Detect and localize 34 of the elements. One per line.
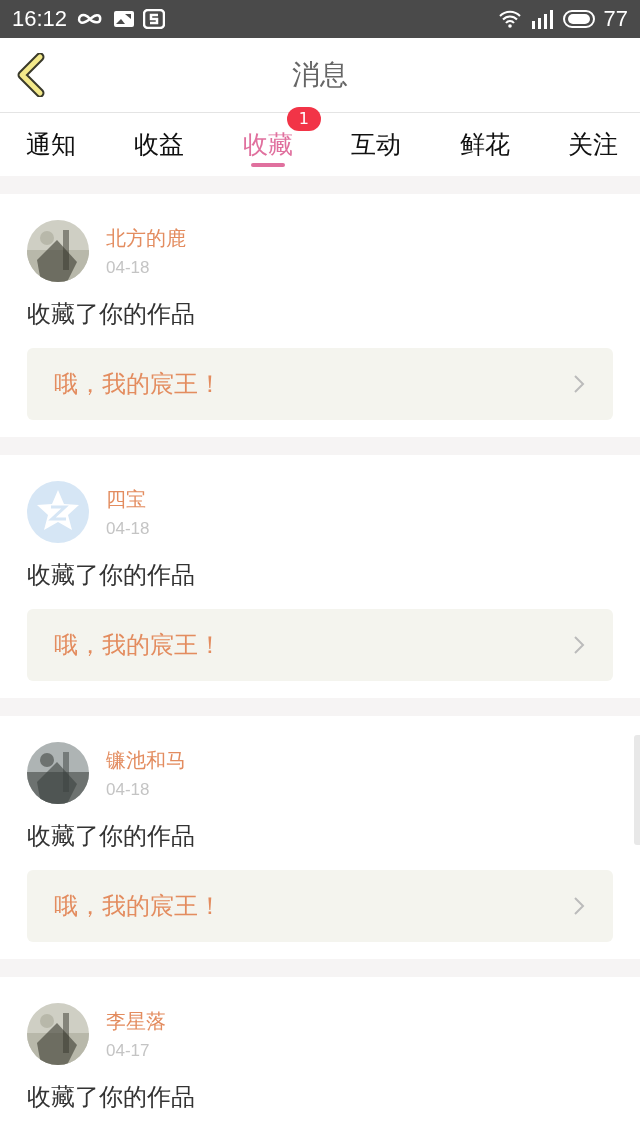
chevron-right-icon [573,896,585,916]
work-link[interactable]: 哦，我的宸王！ [27,348,613,420]
chevron-right-icon [573,635,585,655]
user-name[interactable]: 北方的鹿 [106,224,186,252]
wifi-icon [497,10,522,28]
tab[interactable]: 关注 [555,113,630,176]
back-button[interactable] [16,53,46,97]
tab[interactable]: 收益 [122,113,197,176]
date: 04-18 [106,518,150,539]
tab[interactable]: 通知 [14,113,88,176]
user-name[interactable]: 李星落 [106,1007,166,1035]
user-name[interactable]: 四宝 [106,485,150,513]
chevron-right-icon [573,374,585,394]
message-text: 收藏了你的作品 [27,560,196,591]
signal-icon [529,9,554,29]
battery-icon [561,10,596,28]
message-text: 收藏了你的作品 [27,1082,196,1113]
count-badge: 1 [286,107,321,131]
app-s-icon [143,9,166,29]
work-link[interactable]: 哦，我的宸王！ [27,609,613,681]
default-avatar-icon [27,481,89,543]
clock: 16:12 [12,6,68,32]
message-text: 收藏了你的作品 [27,821,196,852]
message-text: 收藏了你的作品 [27,299,196,330]
date: 04-18 [106,257,151,278]
date: 04-18 [106,779,151,800]
battery-level: 77 [603,6,628,32]
image-icon [113,10,136,28]
tab[interactable]: 鲜花 [447,113,522,176]
user-name[interactable]: 镰池和马 [106,746,186,774]
work-link[interactable]: 哦，我的宸王！ [27,870,613,942]
page-title: 消息 [292,57,348,93]
date: 04-17 [106,1040,151,1061]
tab[interactable]: 互动 [339,113,414,176]
